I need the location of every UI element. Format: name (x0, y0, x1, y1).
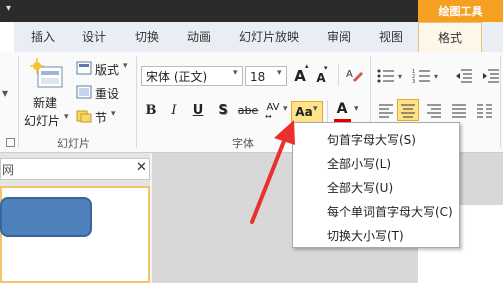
tab-design[interactable]: 设计 (80, 22, 108, 52)
section-dropdown-icon[interactable]: ▾ (111, 109, 116, 119)
layout-icon (76, 61, 92, 75)
separator (327, 100, 328, 122)
menu-item-sentence-case[interactable]: 句首字母大写(S) (327, 131, 416, 148)
align-right-icon[interactable] (426, 103, 442, 119)
increase-indent-icon[interactable] (482, 68, 500, 84)
menu-item-lowercase[interactable]: 全部小写(L) (327, 155, 391, 172)
tab-previous[interactable] (0, 22, 14, 52)
tab-animations[interactable]: 动画 (185, 22, 213, 52)
menu-item-capitalize-each-word[interactable]: 每个单词首字母大写(C) (327, 203, 453, 220)
clear-formatting-icon[interactable]: A (345, 66, 363, 84)
font-name-box[interactable]: 宋体 (正文) (141, 66, 243, 86)
tab-review[interactable]: 审阅 (325, 22, 353, 52)
italic-button[interactable]: I (167, 100, 181, 122)
columns-icon[interactable] (476, 103, 494, 119)
new-slide-label[interactable]: 新建 (33, 94, 57, 111)
tab-format[interactable]: 格式 (418, 22, 482, 53)
shrink-font-arrow-icon: ▾ (324, 64, 328, 72)
change-case-dropdown-icon[interactable]: ▾ (313, 104, 318, 114)
svg-text:A: A (346, 69, 353, 80)
font-color-dropdown-icon[interactable]: ▾ (354, 104, 359, 114)
close-pane-icon[interactable]: ✕ (136, 160, 147, 175)
new-slide-icon[interactable] (30, 58, 64, 92)
underline-button[interactable]: U (190, 100, 206, 122)
menu-item-uppercase[interactable]: 全部大写(U) (327, 179, 393, 196)
group-separator (18, 56, 19, 148)
drawing-tools-context-tab[interactable]: 绘图工具 (418, 0, 503, 24)
group-separator (500, 56, 501, 148)
layout-button[interactable]: 版式 (95, 61, 119, 78)
section-button[interactable]: 节 (95, 109, 107, 126)
slides-pane-header (0, 158, 150, 180)
bullets-icon[interactable]: ▾ (376, 68, 406, 84)
svg-text:▾: ▾ (434, 72, 438, 81)
quick-access-dropdown-icon[interactable]: ▾ (6, 3, 11, 14)
partial-group-arrow-icon[interactable]: ▾ (2, 86, 8, 100)
change-case-menu: 句首字母大写(S) 全部小写(L) 全部大写(U) 每个单词首字母大写(C) 切… (292, 122, 460, 248)
tab-view[interactable]: 视图 (377, 22, 405, 52)
grow-font-arrow-icon: ▴ (305, 62, 309, 70)
separator (338, 64, 339, 86)
font-name-dropdown-icon[interactable]: ▾ (233, 68, 238, 78)
shadow-button[interactable]: S (215, 100, 231, 122)
svg-text:▾: ▾ (398, 72, 402, 81)
group-separator (136, 56, 137, 148)
bold-button[interactable]: B (143, 100, 159, 122)
ribbon-tab-row: 插入 设计 切换 动画 幻灯片放映 审阅 视图 格式 (0, 22, 503, 53)
outline-tab-label[interactable]: 网 (2, 161, 14, 178)
slides-group-label: 幻灯片 (57, 137, 90, 150)
tab-insert[interactable]: 插入 (28, 22, 58, 52)
align-left-icon[interactable] (378, 103, 394, 119)
red-arrow-annotation (250, 120, 295, 224)
font-size-dropdown-icon[interactable]: ▾ (277, 68, 282, 78)
section-icon (76, 110, 92, 123)
new-slide-label-2[interactable]: 幻灯片 (24, 112, 60, 129)
align-center-icon[interactable] (400, 103, 416, 119)
reset-button[interactable]: 重设 (95, 85, 119, 102)
svg-text:3: 3 (412, 79, 415, 84)
character-spacing-dropdown-icon[interactable]: ▾ (283, 104, 288, 114)
numbering-icon[interactable]: 123 ▾ (412, 68, 442, 84)
menu-item-toggle-case[interactable]: 切换大小写(T) (327, 227, 404, 244)
justify-icon[interactable] (451, 103, 467, 119)
layout-dropdown-icon[interactable]: ▾ (123, 61, 128, 71)
new-slide-dropdown-icon[interactable]: ▾ (64, 112, 69, 122)
tab-transitions[interactable]: 切换 (133, 22, 161, 52)
dialog-launcher-icon[interactable] (6, 138, 15, 147)
rounded-rectangle-shape[interactable] (0, 197, 92, 237)
font-color-button[interactable]: A (335, 98, 349, 120)
reset-icon (76, 85, 92, 99)
tab-slideshow[interactable]: 幻灯片放映 (236, 22, 302, 52)
decrease-indent-icon[interactable] (455, 68, 473, 84)
